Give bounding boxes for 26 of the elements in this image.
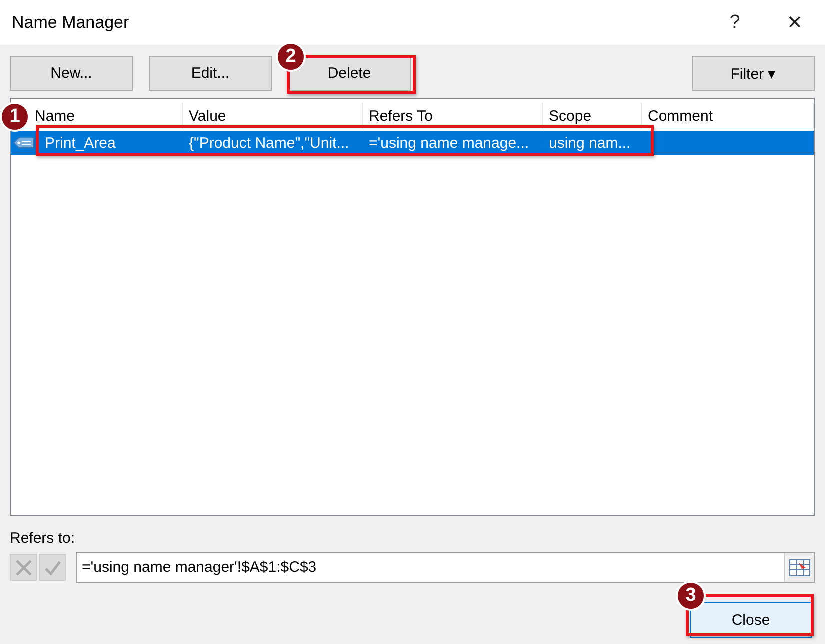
refers-to-field[interactable]: ='using name manager'!$A$1:$C$3 [76, 552, 815, 583]
column-header[interactable]: Scope [549, 108, 592, 124]
table-cell-text: ='using name manage... [368, 134, 530, 154]
window-title: Name Manager [12, 12, 130, 32]
table-cell: Print_Area [45, 134, 116, 152]
filter-button[interactable]: Filter ▾ [692, 56, 815, 91]
step-badge: 1 [0, 102, 30, 132]
column-header[interactable]: Refers To [369, 108, 433, 124]
new-button[interactable]: New... [10, 56, 133, 91]
help-button[interactable]: ? [705, 0, 765, 45]
cancel-icon[interactable] [10, 554, 37, 581]
column-header[interactable]: Comment [648, 108, 714, 124]
column-header[interactable]: Value [189, 108, 226, 124]
check-icon[interactable] [39, 554, 66, 581]
step-badge: 2 [276, 42, 306, 72]
step-badge: 3 [676, 581, 706, 611]
edit-button[interactable]: Edit... [149, 56, 272, 91]
table-cell-text: {"Product Name","Unit... [188, 134, 350, 154]
column-header[interactable]: Name [35, 108, 76, 124]
refers-to-label: Refers to: [10, 530, 76, 547]
tag-icon [13, 137, 35, 149]
table-cell-text: using nam... [548, 134, 632, 154]
name-row[interactable]: Print_Area {"Product Name","Unit... ='using name manage... using nam... [11, 131, 814, 155]
refers-to-input[interactable]: ='using name manager'!$A$1:$C$3 [77, 558, 784, 577]
range-picker-icon[interactable] [784, 553, 814, 582]
close-button[interactable]: ✕ [765, 0, 825, 45]
